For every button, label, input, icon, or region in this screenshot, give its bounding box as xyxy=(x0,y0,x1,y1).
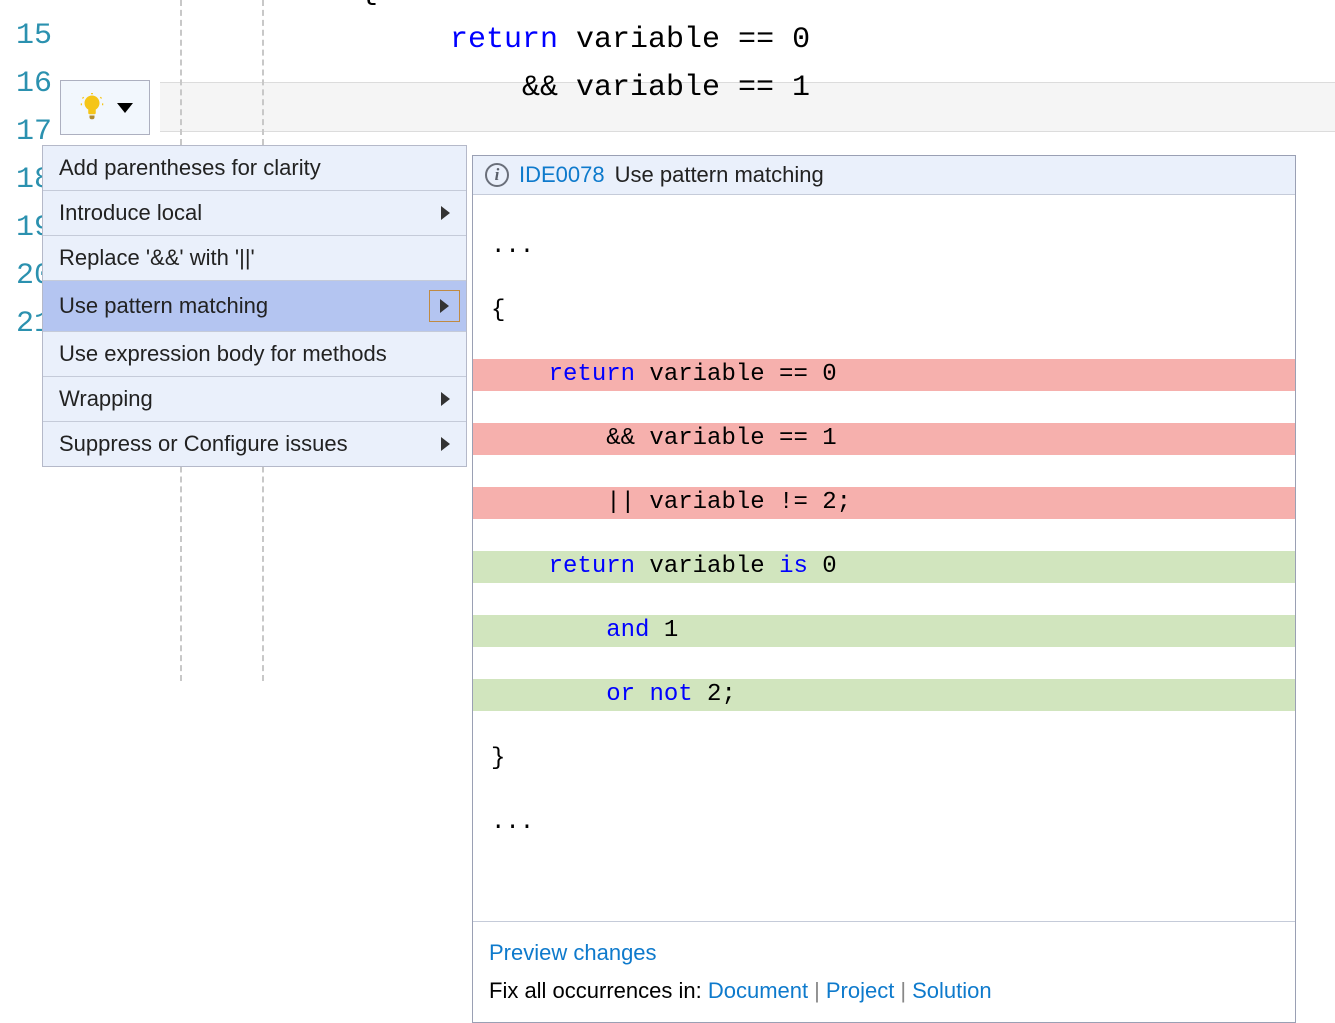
keyword: is xyxy=(779,553,808,580)
menu-item-introduce-local[interactable]: Introduce local xyxy=(43,191,466,236)
code-line: return variable == 0 xyxy=(160,16,810,64)
fix-solution-link[interactable]: Solution xyxy=(912,978,992,1003)
code-text: 1 xyxy=(649,617,678,644)
line-number: 15 xyxy=(0,12,60,60)
lightbulb-icon xyxy=(77,93,107,123)
separator: | xyxy=(814,978,820,1003)
fix-document-link[interactable]: Document xyxy=(708,978,808,1003)
chevron-right-icon xyxy=(441,437,450,451)
code-line: ... xyxy=(473,807,1295,839)
line-number: 14 xyxy=(0,0,60,12)
menu-item-label: Replace '&&' with '||' xyxy=(59,245,255,271)
keyword: return xyxy=(549,361,635,388)
chevron-right-icon xyxy=(440,299,449,313)
menu-item-use-pattern-matching[interactable]: Use pattern matching xyxy=(43,281,466,332)
code-text: 0 xyxy=(808,553,837,580)
diff-added-line: or not 2; xyxy=(473,679,1295,711)
keyword: and xyxy=(606,617,649,644)
code-line: ... xyxy=(473,231,1295,263)
code-line: } xyxy=(473,743,1295,775)
code-fix-preview-panel: i IDE0078 Use pattern matching ... { ret… xyxy=(472,155,1296,1023)
menu-item-label: Introduce local xyxy=(59,200,202,226)
preview-footer: Preview changes Fix all occurrences in: … xyxy=(473,921,1295,1022)
preview-changes-link[interactable]: Preview changes xyxy=(489,940,657,965)
chevron-right-icon xyxy=(441,392,450,406)
editor-code-text[interactable]: {return variable == 0 && variable == 1 xyxy=(160,0,810,112)
diff-removed-line: && variable == 1 xyxy=(473,423,1295,455)
code-line: && variable == 1 xyxy=(160,64,810,112)
chevron-down-icon xyxy=(117,103,133,113)
menu-item-suppress-configure[interactable]: Suppress or Configure issues xyxy=(43,422,466,466)
quick-actions-menu: Add parentheses for clarity Introduce lo… xyxy=(42,145,467,467)
separator: | xyxy=(900,978,906,1003)
code-text: variable xyxy=(635,553,779,580)
lightbulb-button[interactable] xyxy=(60,80,150,135)
keyword: or xyxy=(606,681,635,708)
keyword: not xyxy=(649,681,692,708)
diff-removed-line: return variable == 0 xyxy=(473,359,1295,391)
info-icon: i xyxy=(485,163,509,187)
analyzer-rule-title: Use pattern matching xyxy=(615,162,824,188)
diff-added-line: and 1 xyxy=(473,615,1295,647)
menu-item-label: Suppress or Configure issues xyxy=(59,431,348,457)
menu-item-label: Use expression body for methods xyxy=(59,341,387,367)
code-text: variable == 0 xyxy=(558,23,810,57)
code-line: { xyxy=(473,295,1295,327)
menu-item-wrapping[interactable]: Wrapping xyxy=(43,377,466,422)
fix-all-label: Fix all occurrences in: xyxy=(489,978,708,1003)
menu-item-label: Use pattern matching xyxy=(59,293,268,319)
menu-item-label: Wrapping xyxy=(59,386,153,412)
preview-header: i IDE0078 Use pattern matching xyxy=(473,156,1295,195)
menu-item-label: Add parentheses for clarity xyxy=(59,155,321,181)
diff-removed-line: || variable != 2; xyxy=(473,487,1295,519)
code-text xyxy=(635,681,649,708)
fix-project-link[interactable]: Project xyxy=(826,978,894,1003)
code-line: { xyxy=(160,0,810,16)
diff-added-line: return variable is 0 xyxy=(473,551,1295,583)
line-number: 16 xyxy=(0,60,60,108)
analyzer-rule-id[interactable]: IDE0078 xyxy=(519,162,605,188)
chevron-right-icon xyxy=(441,206,450,220)
menu-item-expression-body[interactable]: Use expression body for methods xyxy=(43,332,466,377)
diff-preview: ... { return variable == 0 && variable =… xyxy=(473,195,1295,921)
keyword: return xyxy=(450,23,558,57)
menu-item-replace-and-or[interactable]: Replace '&&' with '||' xyxy=(43,236,466,281)
menu-item-add-parentheses[interactable]: Add parentheses for clarity xyxy=(43,146,466,191)
code-text: 2; xyxy=(693,681,736,708)
keyword: return xyxy=(549,553,635,580)
code-text: variable == 0 xyxy=(635,361,837,388)
